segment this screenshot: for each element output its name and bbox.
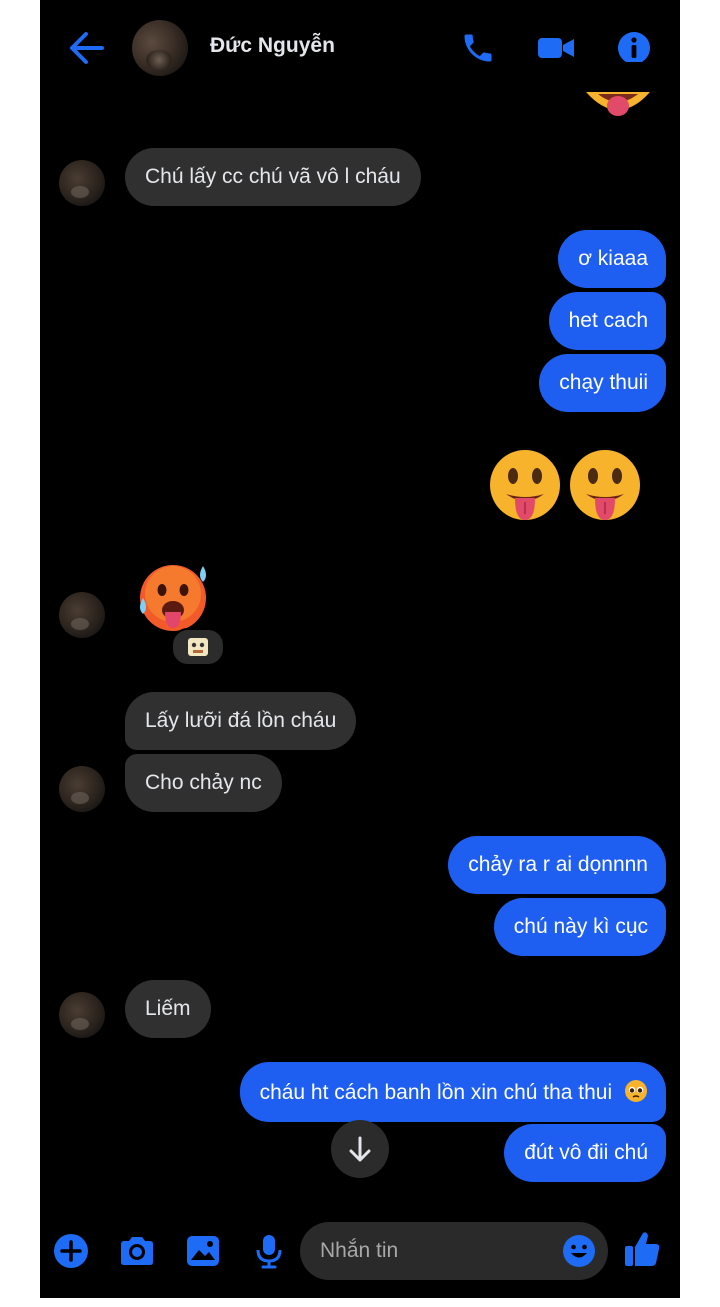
hot-face-emoji[interactable] [135,560,215,637]
camera-icon[interactable] [118,1232,156,1270]
message-bubble-outgoing[interactable]: ơ kiaaa [558,230,666,288]
pleading-face-emoji [625,1080,647,1102]
message-bubble-outgoing[interactable]: chạy thuii [539,354,666,412]
sender-avatar[interactable] [59,992,105,1038]
video-camera-icon[interactable] [536,30,576,66]
sender-avatar[interactable] [59,160,105,206]
message-bubble-incoming[interactable]: Cho chảy nc [125,754,282,812]
chat-screen: Đức Nguyễn Chú lấy cc chú vã vô l cháu ơ… [40,0,680,1298]
image-icon[interactable] [184,1232,222,1270]
thumbs-up-icon[interactable] [622,1228,662,1270]
info-icon[interactable] [616,30,652,66]
contact-avatar[interactable] [132,20,188,76]
emoji-icon[interactable] [562,1234,596,1268]
face-with-tongue-emoji [582,62,654,129]
message-bubble-outgoing[interactable]: het cach [548,292,666,350]
message-bubble-outgoing[interactable]: chảy ra r ai dọnnnn [448,836,666,894]
message-input[interactable]: Nhắn tin [300,1222,608,1280]
message-input-placeholder: Nhắn tin [320,1239,399,1262]
message-bubble-incoming[interactable]: Chú lấy cc chú vã vô l cháu [125,148,421,206]
message-text: cháu ht cách banh lồn xin chú tha thui [259,1081,613,1104]
sender-avatar[interactable] [59,766,105,812]
message-bubble-incoming[interactable]: Lấy lưỡi đá lồn cháu [125,692,357,750]
message-reaction[interactable] [171,628,225,666]
contact-name[interactable]: Đức Nguyễn [210,34,335,58]
message-bubble-incoming[interactable]: Liếm [125,980,211,1038]
phone-icon[interactable] [460,30,496,66]
arrow-down-icon [349,1136,371,1162]
message-bubble-outgoing[interactable]: chú này kì cục [493,898,666,956]
face-with-tongue-emoji[interactable] [488,448,562,529]
message-bubble-outgoing[interactable]: đút vô đii chú [504,1124,666,1182]
back-arrow-icon[interactable] [66,30,106,66]
scroll-to-bottom-button[interactable] [331,1120,389,1178]
message-composer: Nhắn tin [40,1218,680,1288]
microphone-icon[interactable] [250,1232,288,1270]
message-bubble-outgoing[interactable]: cháu ht cách banh lồn xin chú tha thui [239,1062,666,1122]
face-with-tongue-emoji[interactable] [568,448,642,529]
sender-avatar[interactable] [59,592,105,638]
plus-icon[interactable] [52,1232,90,1270]
reaction-icon [188,638,208,656]
